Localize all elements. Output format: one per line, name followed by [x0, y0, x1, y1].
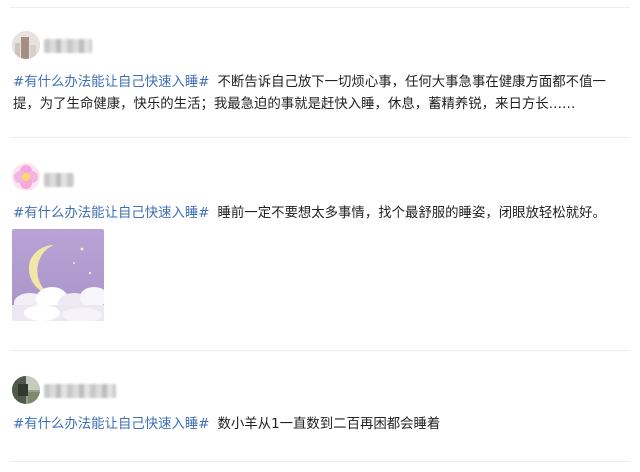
moon-clouds-image: [12, 229, 104, 321]
flower-avatar-icon: [12, 163, 40, 191]
avatar[interactable]: [12, 31, 40, 59]
username-redacted[interactable]: [44, 384, 116, 398]
username-redacted[interactable]: [44, 173, 74, 187]
post-body: 数小羊从1一直数到二百再困都会睡着: [217, 417, 441, 432]
post-text: #有什么办法能让自己快速入睡# 不断告诉自己放下一切烦心事，任何大事急事在健康方面…: [13, 72, 625, 116]
hashtag-link[interactable]: #有什么办法能让自己快速入睡#: [13, 75, 210, 90]
post-divider: [10, 137, 630, 138]
user-photo-icon: [12, 376, 40, 404]
post-text: #有什么办法能让自己快速入睡# 睡前一定不要想太多事情，找个最舒服的睡姿，闭眼放轻…: [13, 203, 625, 225]
hashtag-link[interactable]: #有什么办法能让自己快速入睡#: [13, 206, 210, 221]
top-divider: [10, 7, 630, 8]
avatar[interactable]: [12, 163, 40, 191]
bottom-divider: [10, 461, 630, 462]
username-redacted[interactable]: [44, 39, 92, 53]
hashtag-link[interactable]: #有什么办法能让自己快速入睡#: [13, 417, 210, 432]
post-text: #有什么办法能让自己快速入睡# 数小羊从1一直数到二百再困都会睡着: [13, 414, 625, 436]
user-photo-icon: [12, 31, 40, 59]
post-image-thumbnail[interactable]: [12, 229, 104, 321]
post-divider: [10, 350, 630, 351]
avatar[interactable]: [12, 376, 40, 404]
post-body: 睡前一定不要想太多事情，找个最舒服的睡姿，闭眼放轻松就好。: [217, 206, 606, 221]
